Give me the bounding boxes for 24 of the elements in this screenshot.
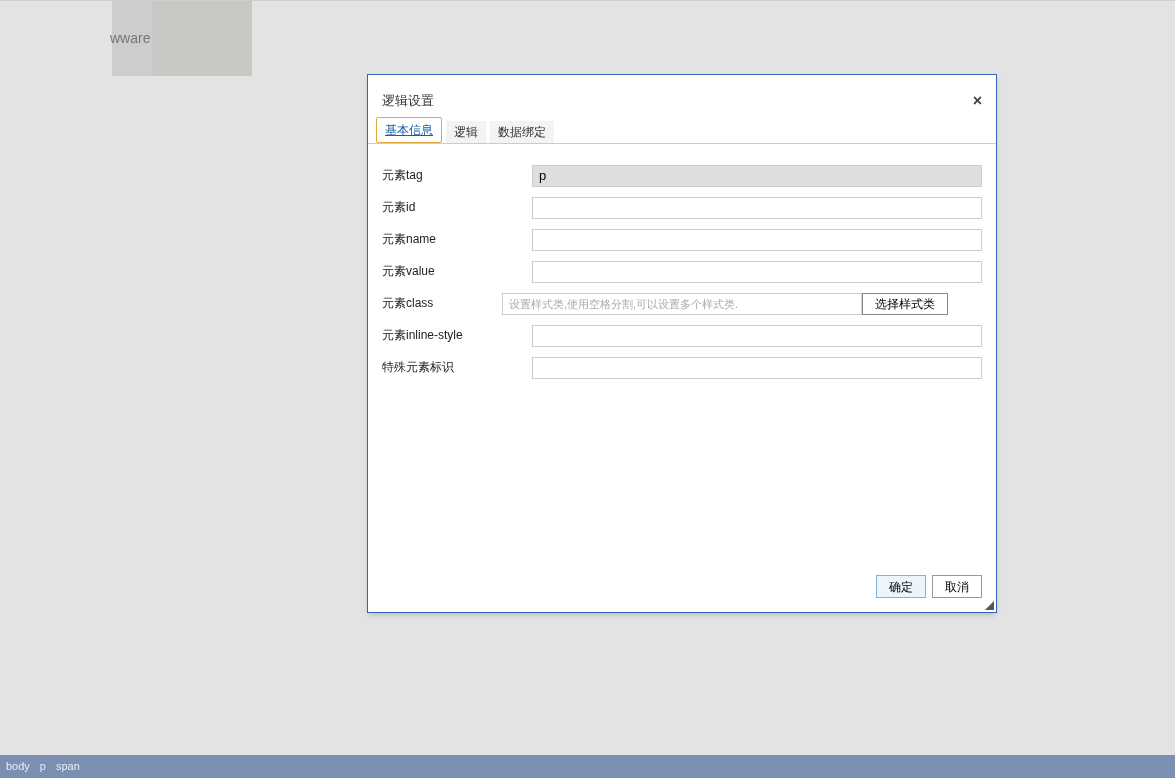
input-field[interactable]: 设置样式类,使用空格分割,可以设置多个样式类.: [502, 293, 862, 315]
input-field[interactable]: [532, 325, 982, 347]
dialog-title: 逻辑设置: [382, 92, 434, 111]
banner-text: wware: [110, 29, 151, 48]
field-label: 元素tag: [382, 167, 424, 184]
field-label: 元素value: [382, 263, 436, 280]
field-label: 元素inline-style: [382, 327, 464, 344]
ok-button[interactable]: 确定: [876, 575, 926, 598]
select-class-button[interactable]: 选择样式类: [862, 293, 948, 315]
readonly-field: p: [532, 165, 982, 187]
input-field[interactable]: [532, 261, 982, 283]
tab[interactable]: 逻辑: [446, 121, 486, 143]
tab[interactable]: 数据绑定: [490, 121, 554, 143]
input-field[interactable]: [532, 357, 982, 379]
cancel-button[interactable]: 取消: [932, 575, 982, 598]
input-field[interactable]: [532, 229, 982, 251]
field-label: 元素name: [382, 231, 438, 248]
close-button[interactable]: ×: [972, 93, 982, 109]
input-field[interactable]: [532, 197, 982, 219]
resize-grip-icon[interactable]: [985, 601, 994, 610]
field-label: 特殊元素标识: [382, 359, 455, 376]
field-label: 元素class: [382, 295, 435, 312]
field-label: 元素id: [382, 199, 417, 216]
tab[interactable]: 基本信息: [376, 117, 442, 143]
